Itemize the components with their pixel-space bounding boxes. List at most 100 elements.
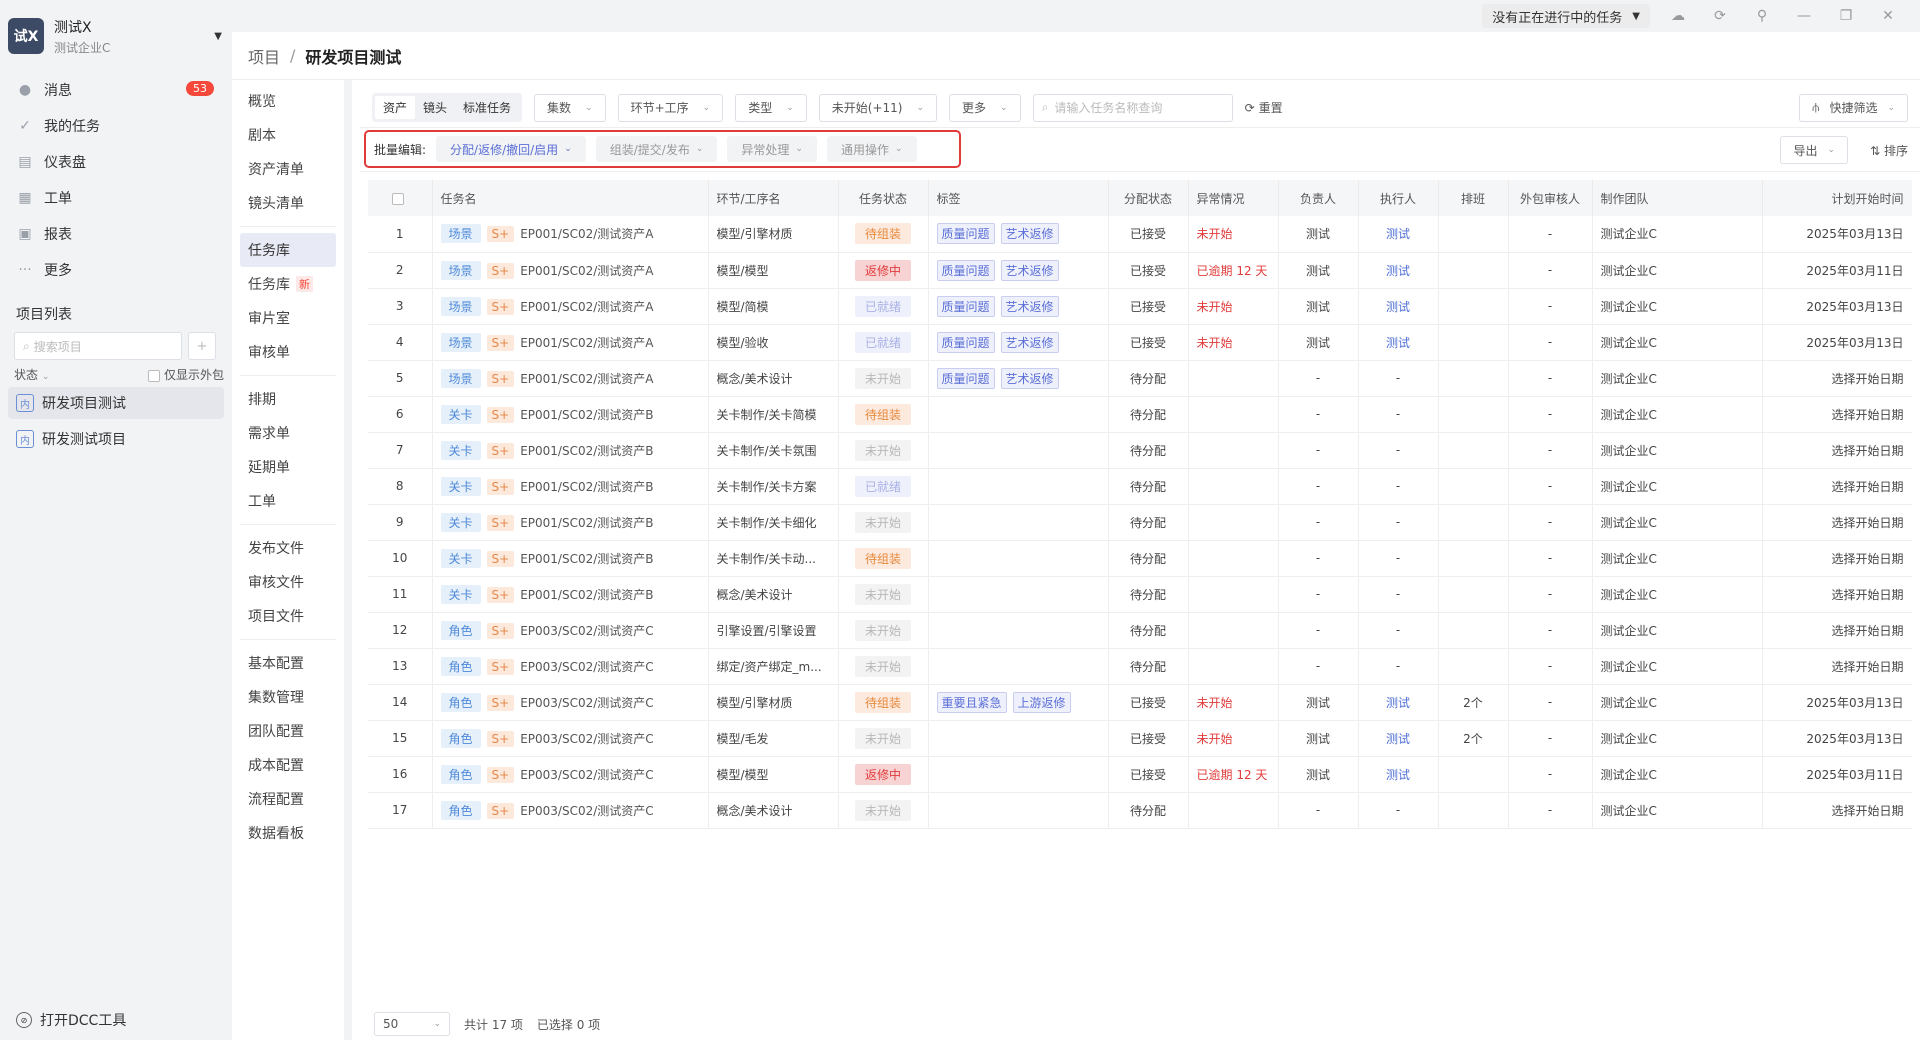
planned-start-date[interactable]: 2025年03月13日	[1762, 216, 1912, 253]
subnav-item[interactable]: 剧本	[240, 118, 336, 152]
task-name-cell[interactable]: 角色 S+ EP003/SC02/测试资产C	[432, 756, 709, 793]
task-name-cell[interactable]: 关卡 S+ EP001/SC02/测试资产B	[432, 540, 709, 577]
executor[interactable]: 测试	[1358, 252, 1439, 289]
outsource-only-toggle[interactable]: 仅显示外包	[147, 366, 224, 383]
export-button[interactable]: 导出 ⌄	[1780, 136, 1848, 164]
executor[interactable]: -	[1358, 396, 1439, 433]
type-filter[interactable]: 类型 ⌄	[735, 93, 807, 122]
column-header[interactable]: 任务状态	[838, 180, 929, 216]
task-name-cell[interactable]: 关卡 S+ EP001/SC02/测试资产B	[432, 576, 709, 613]
executor[interactable]: 测试	[1358, 720, 1439, 757]
breadcrumb-parent[interactable]: 项目	[248, 44, 280, 68]
table-row[interactable]: 10 关卡 S+ EP001/SC02/测试资产B 关卡制作/关卡动... 待组装 待分配 -…	[368, 540, 1912, 577]
column-header[interactable]: 任务名	[432, 180, 709, 216]
task-name-cell[interactable]: 角色 S+ EP003/SC02/测试资产C	[432, 684, 709, 721]
checkbox[interactable]	[147, 369, 160, 382]
select-all-checkbox[interactable]	[391, 192, 404, 205]
project-search-input[interactable]: ⌕ 搜索项目	[14, 332, 182, 360]
executor[interactable]: 测试	[1358, 216, 1439, 253]
project-item-active[interactable]: 内研发项目测试	[8, 387, 224, 419]
add-project-button[interactable]: +	[188, 332, 216, 360]
table-row[interactable]: 4 场景 S+ EP001/SC02/测试资产A 模型/验收 已就绪 质量问题 艺术返修 已接受…	[368, 324, 1912, 361]
task-name-cell[interactable]: 角色 S+ EP003/SC02/测试资产C	[432, 648, 709, 685]
cloud-icon[interactable]: ☁	[1664, 4, 1692, 28]
planned-start-date[interactable]: 2025年03月13日	[1762, 720, 1912, 757]
executor[interactable]: -	[1358, 468, 1439, 505]
subnav-item[interactable]: 排期	[240, 382, 336, 416]
planned-start-date[interactable]: 选择开始日期	[1762, 360, 1912, 397]
subnav-item[interactable]: 基本配置	[240, 646, 336, 680]
table-row[interactable]: 11 关卡 S+ EP001/SC02/测试资产B 概念/美术设计 未开始 待分配 - - - 测试…	[368, 576, 1912, 613]
status-filter-dropdown[interactable]: 未开始(+11) ⌄	[818, 93, 938, 122]
sidebar-item-reports[interactable]: ▣ 报表	[0, 216, 232, 252]
sidebar-item-my-tasks[interactable]: ✓ 我的任务	[0, 108, 232, 144]
table-row[interactable]: 15 角色 S+ EP003/SC02/测试资产C 模型/毛发 未开始 已接受 未开始 测试 测试…	[368, 720, 1912, 757]
task-name-cell[interactable]: 关卡 S+ EP001/SC02/测试资产B	[432, 396, 709, 433]
step-process-filter[interactable]: 环节+工序 ⌄	[617, 93, 724, 122]
assign-rework-button[interactable]: 分配/返修/撤回/启用 ⌄	[436, 136, 586, 162]
table-row[interactable]: 5 场景 S+ EP001/SC02/测试资产A 概念/美术设计 未开始 质量问题 艺术返修待…	[368, 360, 1912, 397]
executor[interactable]: -	[1358, 612, 1439, 649]
assemble-submit-button[interactable]: 组装/提交/发布 ⌄	[595, 136, 718, 162]
task-name-cell[interactable]: 场景 S+ EP001/SC02/测试资产A	[432, 324, 709, 361]
status-filter[interactable]: 状态 ⌄	[14, 366, 49, 383]
planned-start-date[interactable]: 2025年03月11日	[1762, 252, 1912, 289]
executor[interactable]: 测试	[1358, 288, 1439, 325]
sidebar-item-dashboard[interactable]: ▤ 仪表盘	[0, 144, 232, 180]
planned-start-date[interactable]: 选择开始日期	[1762, 396, 1912, 433]
column-header[interactable]: 制作团队	[1592, 180, 1763, 216]
executor[interactable]: -	[1358, 432, 1439, 469]
subnav-item[interactable]: 发布文件	[240, 531, 336, 565]
planned-start-date[interactable]: 选择开始日期	[1762, 576, 1912, 613]
task-name-cell[interactable]: 关卡 S+ EP001/SC02/测试资产B	[432, 432, 709, 469]
subnav-item[interactable]: 需求单	[240, 416, 336, 450]
subnav-item[interactable]: 任务库新	[240, 267, 336, 301]
minimize-icon[interactable]: —	[1790, 4, 1818, 28]
column-header[interactable]: 标签	[928, 180, 1109, 216]
task-name-cell[interactable]: 角色 S+ EP003/SC02/测试资产C	[432, 720, 709, 757]
page-size-select[interactable]: 50 ⌄	[374, 1012, 450, 1036]
planned-start-date[interactable]: 2025年03月13日	[1762, 324, 1912, 361]
subnav-item[interactable]: 流程配置	[240, 782, 336, 816]
table-row[interactable]: 3 场景 S+ EP001/SC02/测试资产A 模型/简模 已就绪 质量问题 艺术返修 已接受…	[368, 288, 1912, 325]
subnav-item[interactable]: 资产清单	[240, 152, 336, 186]
subnav-item[interactable]: 延期单	[240, 450, 336, 484]
subnav-item[interactable]: 团队配置	[240, 714, 336, 748]
executor[interactable]: -	[1358, 504, 1439, 541]
restore-icon[interactable]: ❐	[1832, 4, 1860, 28]
planned-start-date[interactable]: 选择开始日期	[1762, 432, 1912, 469]
column-header[interactable]: 执行人	[1358, 180, 1439, 216]
column-header[interactable]: 负责人	[1278, 180, 1359, 216]
subnav-item[interactable]: 镜头清单	[240, 186, 336, 220]
pin-icon[interactable]: ⚲	[1748, 4, 1776, 28]
table-row[interactable]: 6 关卡 S+ EP001/SC02/测试资产B 关卡制作/关卡简模 待组装 待分配 - - - 测…	[368, 396, 1912, 433]
executor[interactable]: -	[1358, 360, 1439, 397]
subnav-item[interactable]: 概览	[240, 84, 336, 118]
executor[interactable]: -	[1358, 648, 1439, 685]
open-dcc-tool-button[interactable]: ⊘ 打开DCC工具	[16, 1010, 126, 1030]
table-row[interactable]: 2 场景 S+ EP001/SC02/测试资产A 模型/模型 返修中 质量问题 艺术返修 已接受…	[368, 252, 1912, 289]
table-row[interactable]: 14 角色 S+ EP003/SC02/测试资产C 模型/引擎材质 待组装 重要且紧急 上游返…	[368, 684, 1912, 721]
subnav-item[interactable]: 任务库	[240, 233, 336, 267]
exception-handling-button[interactable]: 异常处理 ⌄	[727, 136, 817, 162]
subnav-item[interactable]: 集数管理	[240, 680, 336, 714]
subnav-item[interactable]: 审核单	[240, 335, 336, 369]
table-row[interactable]: 16 角色 S+ EP003/SC02/测试资产C 模型/模型 返修中 已接受 已逾期 12 …	[368, 756, 1912, 793]
table-row[interactable]: 7 关卡 S+ EP001/SC02/测试资产B 关卡制作/关卡氛围 未开始 待分配 - - - 测…	[368, 432, 1912, 469]
subnav-item[interactable]: 项目文件	[240, 599, 336, 633]
close-icon[interactable]: ✕	[1874, 4, 1902, 28]
planned-start-date[interactable]: 选择开始日期	[1762, 504, 1912, 541]
task-name-cell[interactable]: 角色 S+ EP003/SC02/测试资产C	[432, 792, 709, 829]
reset-button[interactable]: ⟳ 重置	[1245, 99, 1283, 116]
subnav-item[interactable]: 审核文件	[240, 565, 336, 599]
table-row[interactable]: 1 场景 S+ EP001/SC02/测试资产A 模型/引擎材质 待组装 质量问题 艺术返修已…	[368, 216, 1912, 253]
sidebar-item-more[interactable]: ··· 更多	[0, 252, 232, 288]
executor[interactable]: 测试	[1358, 756, 1439, 793]
subnav-item[interactable]: 数据看板	[240, 816, 336, 850]
table-row[interactable]: 9 关卡 S+ EP001/SC02/测试资产B 关卡制作/关卡细化 未开始 待分配 - - - 测…	[368, 504, 1912, 541]
executor[interactable]: -	[1358, 792, 1439, 829]
executor[interactable]: 测试	[1358, 684, 1439, 721]
task-name-cell[interactable]: 关卡 S+ EP001/SC02/测试资产B	[432, 504, 709, 541]
project-item[interactable]: 内研发测试项目	[8, 423, 224, 455]
column-header[interactable]: 异常情况	[1188, 180, 1279, 216]
